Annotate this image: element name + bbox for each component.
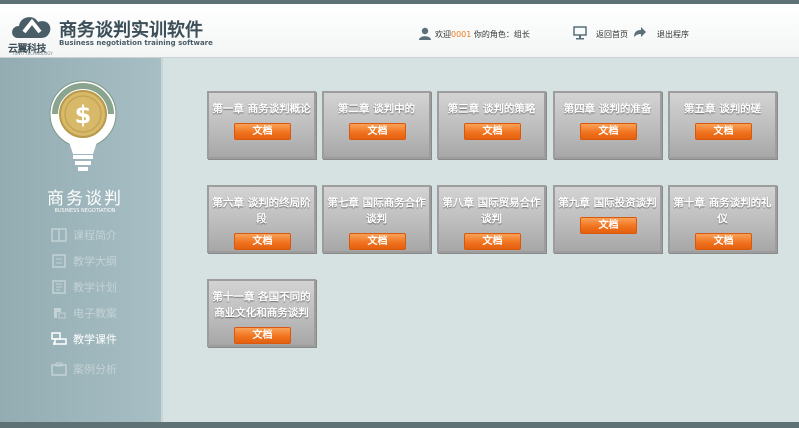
document-button[interactable]: 文档 (580, 217, 637, 234)
user-id: 0001 (451, 30, 472, 39)
sidebar-item-lesson-plan[interactable]: 电子教案 (51, 304, 117, 322)
svg-text:$: $ (75, 101, 92, 129)
sidebar-item-course-intro[interactable]: 课程简介 (51, 226, 117, 244)
sidebar-item-label: 教学计划 (73, 281, 117, 294)
home-link[interactable]: 返回首页 (596, 29, 628, 40)
window-frame-bottom (0, 422, 799, 428)
chapter-title: 第八章 国际贸易合作谈判 (442, 197, 541, 225)
chapter-card: 第二章 谈判中的 文档 (322, 91, 431, 159)
courseware-icon (51, 332, 67, 345)
document-button[interactable]: 文档 (349, 123, 406, 140)
document-button[interactable]: 文档 (464, 123, 521, 140)
document-button[interactable]: 文档 (580, 123, 637, 140)
sidebar-item-label: 课程简介 (73, 229, 117, 242)
chapter-card: 第三章 谈判的策略 文档 (437, 91, 546, 159)
chapter-card: 第五章 谈判的磋 文档 (668, 91, 777, 159)
chapter-card: 第十一章 各国不同的商业文化和商务谈判 文档 (207, 279, 316, 347)
lightbulb-dollar-icon: $ (49, 80, 117, 171)
chapter-card: 第一章 商务谈判概论 文档 (207, 91, 316, 159)
sidebar-item-label: 教学课件 (73, 333, 117, 346)
sidebar-item-label: 电子教案 (73, 307, 117, 320)
sidebar-item-label: 案例分析 (73, 363, 117, 376)
sidebar: $ 商务谈判 BUSINESS NEGOTIATION 课程简介 教学大纲 教学… (0, 58, 163, 422)
document-button[interactable]: 文档 (349, 233, 406, 250)
chapter-title: 第四章 谈判的准备 (563, 103, 652, 115)
sidebar-item-courseware[interactable]: 教学课件 (51, 330, 117, 348)
sidebar-item-label: 教学大纲 (73, 255, 117, 268)
document-button[interactable]: 文档 (234, 123, 291, 140)
chapter-title: 第十一章 各国不同的商业文化和商务谈判 (212, 291, 311, 319)
chapter-card: 第九章 国际投资谈判 文档 (553, 185, 662, 253)
chapter-title: 第六章 谈判的终局阶段 (212, 197, 311, 225)
chapter-title: 第九章 国际投资谈判 (558, 197, 657, 209)
chapter-card: 第四章 谈判的准备 文档 (553, 91, 662, 159)
sidebar-subtitle: BUSINESS NEGOTIATION (54, 208, 116, 214)
chapter-card: 第六章 谈判的终局阶段 文档 (207, 185, 316, 253)
sidebar-item-teaching-plan[interactable]: 教学计划 (51, 278, 117, 296)
sidebar-item-syllabus[interactable]: 教学大纲 (51, 252, 117, 270)
document-button[interactable]: 文档 (464, 233, 521, 250)
logo-subtext: YUNYI TECHNOLOGY (12, 51, 53, 56)
welcome-text: 欢迎0001 你的角色：组长 (435, 29, 530, 40)
lesson-icon (54, 308, 66, 319)
sidebar-item-case-study[interactable]: 案例分析 (51, 360, 117, 378)
exit-arrow-icon[interactable] (633, 26, 647, 39)
exit-link[interactable]: 退出程序 (657, 29, 689, 40)
chapter-title: 第七章 国际商务合作谈判 (327, 197, 426, 225)
chapter-title: 第五章 谈判的磋 (683, 103, 762, 115)
book-icon (51, 228, 67, 242)
user-icon (419, 27, 431, 40)
chapter-title: 第一章 商务谈判概论 (212, 103, 311, 115)
chapter-title: 第二章 谈判中的 (337, 103, 416, 115)
chapter-card: 第十章 商务谈判的礼仪 文档 (668, 185, 777, 253)
document-button[interactable]: 文档 (695, 123, 752, 140)
chapter-title: 第三章 谈判的策略 (447, 103, 536, 115)
document-button[interactable]: 文档 (234, 327, 291, 344)
chapter-card: 第八章 国际贸易合作谈判 文档 (437, 185, 546, 253)
app-subtitle: Business negotiation training software (59, 39, 213, 47)
document-button[interactable]: 文档 (234, 233, 291, 250)
chapter-title: 第十章 商务谈判的礼仪 (673, 197, 772, 225)
monitor-icon[interactable] (573, 26, 587, 40)
outline-icon (52, 254, 66, 268)
chapter-card: 第七章 国际商务合作谈判 文档 (322, 185, 431, 253)
role-text: 你的角色：组长 (473, 30, 530, 39)
sidebar-title: 商务谈判 (47, 189, 123, 209)
app-header: 云翼科技 YUNYI TECHNOLOGY 商务谈判实训软件 Business … (0, 4, 799, 58)
case-icon (51, 362, 67, 376)
welcome-prefix: 欢迎 (435, 30, 451, 39)
document-button[interactable]: 文档 (695, 233, 752, 250)
plan-icon (52, 280, 66, 294)
